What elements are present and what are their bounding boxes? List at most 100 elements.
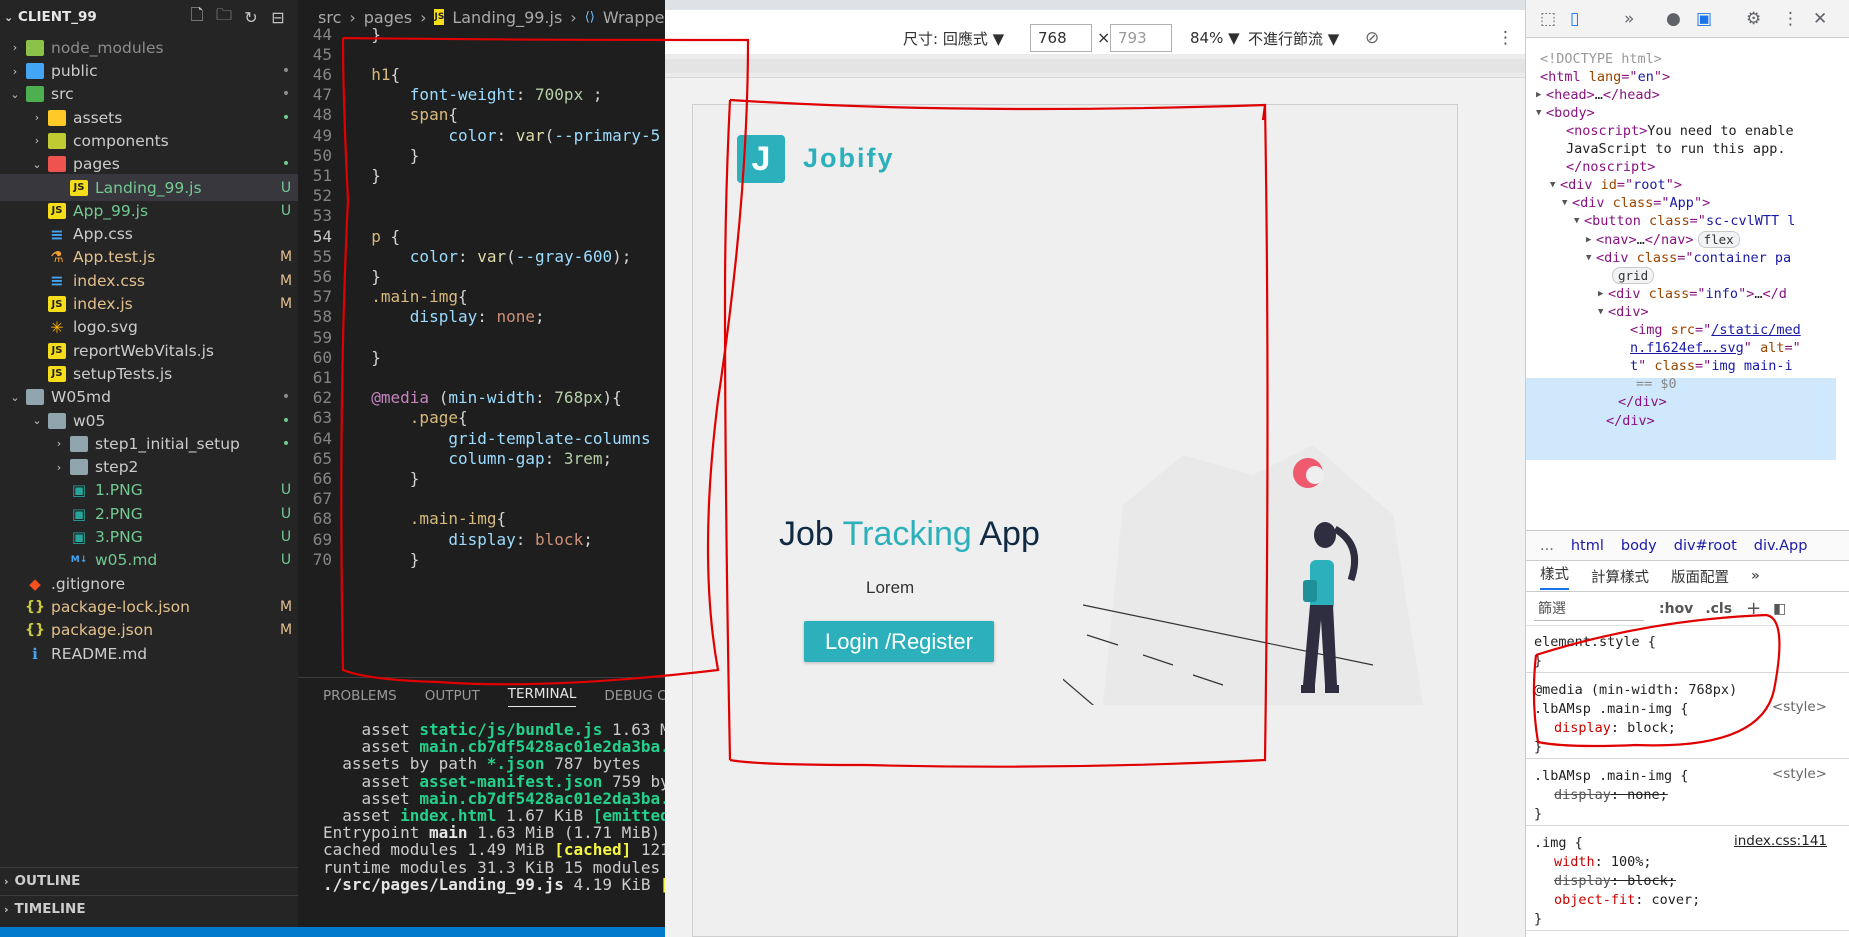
throttle-select[interactable]: 不進行節流 ▼ — [1248, 28, 1339, 49]
terminal-text: *.json — [486, 754, 545, 774]
terminal-text: asset — [323, 737, 420, 757]
status-bar — [0, 927, 665, 937]
file-explorer: ⌄ CLIENT_99 🗋 🗀 ↻ ⊟ › node_modules › public… — [0, 0, 298, 937]
terminal-text: [emitted] — [592, 806, 665, 825]
folder-gray-icon — [70, 435, 88, 452]
refresh-icon[interactable]: ↻ — [241, 7, 261, 27]
file-name: logo.svg — [73, 318, 138, 337]
git-status-badge: M — [279, 622, 293, 639]
info-icon: ℹ — [32, 644, 38, 663]
dimension-separator: × — [1097, 28, 1111, 47]
file-name: index.js — [73, 295, 133, 314]
file-name: 2.PNG — [95, 504, 143, 523]
explorer-header: ⌄ CLIENT_99 🗋 🗀 ↻ ⊟ — [0, 0, 298, 34]
git-status-badge: • — [281, 109, 291, 126]
file-name: assets — [73, 108, 123, 127]
git-status-badge: • — [281, 412, 291, 429]
rotate-icon[interactable]: ⊘ — [1365, 28, 1379, 48]
folder-components-icon — [48, 132, 66, 149]
md-icon: M↓ — [70, 555, 88, 566]
folder-pages-icon — [48, 156, 66, 173]
browser-window: 尺寸: 回應式 ▼ 768 × 793 84% ▼ 不進行節流 ▼ ⊘ ⋮ J … — [665, 0, 1525, 937]
zoom-select[interactable]: 84% ▼ — [1190, 29, 1240, 47]
hero-paragraph: Lorem — [866, 578, 915, 597]
collapse-all-icon[interactable]: ⊟ — [268, 7, 288, 27]
file-name: W05md — [51, 388, 111, 407]
devtools-panel: ⬚ ▯ » ● ▣ ⚙ ⋮ ✕ <!DOCTYPE html> <html lan… — [1525, 0, 1849, 937]
device-dimensions-select[interactable]: 尺寸: 回應式 ▼ — [903, 28, 1004, 49]
devtools-annotation — [1532, 613, 1781, 748]
terminal-text: asset — [323, 771, 420, 791]
mountain-shape — [1103, 445, 1423, 705]
css-icon: ≡ — [50, 224, 64, 244]
file-name: Landing_99.js — [95, 178, 202, 197]
terminal-text: main — [428, 823, 468, 843]
logo-text: Jobify — [803, 143, 895, 173]
workspace-title: CLIENT_99 — [18, 9, 97, 25]
media-query-ruler[interactable] — [665, 54, 1525, 78]
terminal-text: 1.67 KiB — [496, 806, 593, 825]
outline-label: OUTLINE — [14, 873, 81, 889]
terminal-panel[interactable]: PROBLEMSOUTPUTTERMINALDEBUG CON asset st… — [298, 677, 665, 927]
git-status-badge: M — [279, 249, 293, 266]
file-name: step1_initial_setup — [95, 434, 240, 453]
tree-item[interactable]: ℹ README.md — [0, 640, 298, 668]
terminal-text: Entrypoint — [323, 823, 429, 843]
editor-annotation — [340, 36, 750, 686]
js-icon: JS — [48, 342, 66, 359]
terminal-text: 1.63 MiB — [611, 720, 665, 739]
chevron-right-icon: › — [34, 134, 40, 148]
png-icon: ▣ — [71, 504, 87, 523]
js-icon: JS — [70, 179, 88, 196]
terminal-text: 787 bytes — [544, 754, 641, 774]
terminal-text: index.html — [400, 806, 497, 825]
git-status-badge: M — [279, 598, 293, 615]
file-name: 3.PNG — [95, 528, 143, 547]
chevron-right-icon: › — [34, 111, 40, 125]
chevron-down-icon: ⌄ — [10, 87, 20, 101]
git-status-badge: • — [281, 86, 291, 103]
js-icon: JS — [48, 365, 66, 382]
file-name: package-lock.json — [51, 597, 190, 616]
timeline-section[interactable]: › TIMELINE — [0, 895, 298, 922]
js-icon: JS — [48, 296, 66, 313]
new-file-icon[interactable]: 🗋 — [187, 5, 207, 27]
chevron-right-icon: › — [56, 437, 62, 451]
css-icon: ≡ — [50, 271, 64, 291]
hero-title-accent: Tracking — [842, 515, 972, 553]
hero-title: Job Tracking App — [779, 515, 1040, 554]
chevron-down-icon: ⌄ — [10, 390, 20, 404]
annotation-stroke-styles — [1532, 613, 1781, 748]
terminal-text: asset-manifest.json — [419, 771, 603, 791]
file-name: README.md — [51, 644, 148, 663]
viewport-width-input[interactable]: 768 — [1030, 24, 1092, 52]
folder-assets-icon — [48, 109, 66, 126]
outline-section[interactable]: › OUTLINE — [0, 867, 298, 894]
folder-src-icon — [26, 86, 44, 103]
file-name: 1.PNG — [95, 481, 143, 500]
terminal-text: 4.19 KiB — [563, 874, 661, 894]
git-status-badge: • — [281, 63, 291, 80]
chevron-down-icon[interactable]: ⌄ — [4, 11, 18, 24]
file-name: w05 — [73, 411, 106, 430]
login-register-button[interactable]: Login /Register — [804, 621, 994, 662]
file-name: index.css — [73, 271, 146, 290]
hero-title-part2: App — [971, 515, 1040, 553]
terminal-text: assets by path — [323, 754, 487, 774]
address-bar[interactable] — [665, 0, 1525, 10]
git-status-badge: • — [281, 435, 291, 452]
git-status-badge: U — [280, 529, 292, 546]
terminal-text: main.cb7df5428ac01e2da3ba.ho — [419, 737, 665, 757]
git-status-badge: U — [280, 552, 292, 569]
git-icon: ◆ — [29, 574, 41, 593]
git-status-badge: U — [280, 505, 292, 522]
file-name: src — [51, 85, 74, 104]
more-options-icon[interactable]: ⋮ — [1497, 28, 1514, 48]
terminal-text: cached modules 1.49 MiB — [323, 840, 555, 860]
terminal-text: ./src/pages/Landing_99.js — [323, 874, 564, 894]
file-name: w05.md — [95, 551, 158, 570]
ruler-track — [665, 59, 1525, 73]
chevron-down-icon: ⌄ — [32, 414, 42, 428]
new-folder-icon[interactable]: 🗀 — [214, 5, 234, 27]
viewport-height-input[interactable]: 793 — [1110, 24, 1172, 52]
